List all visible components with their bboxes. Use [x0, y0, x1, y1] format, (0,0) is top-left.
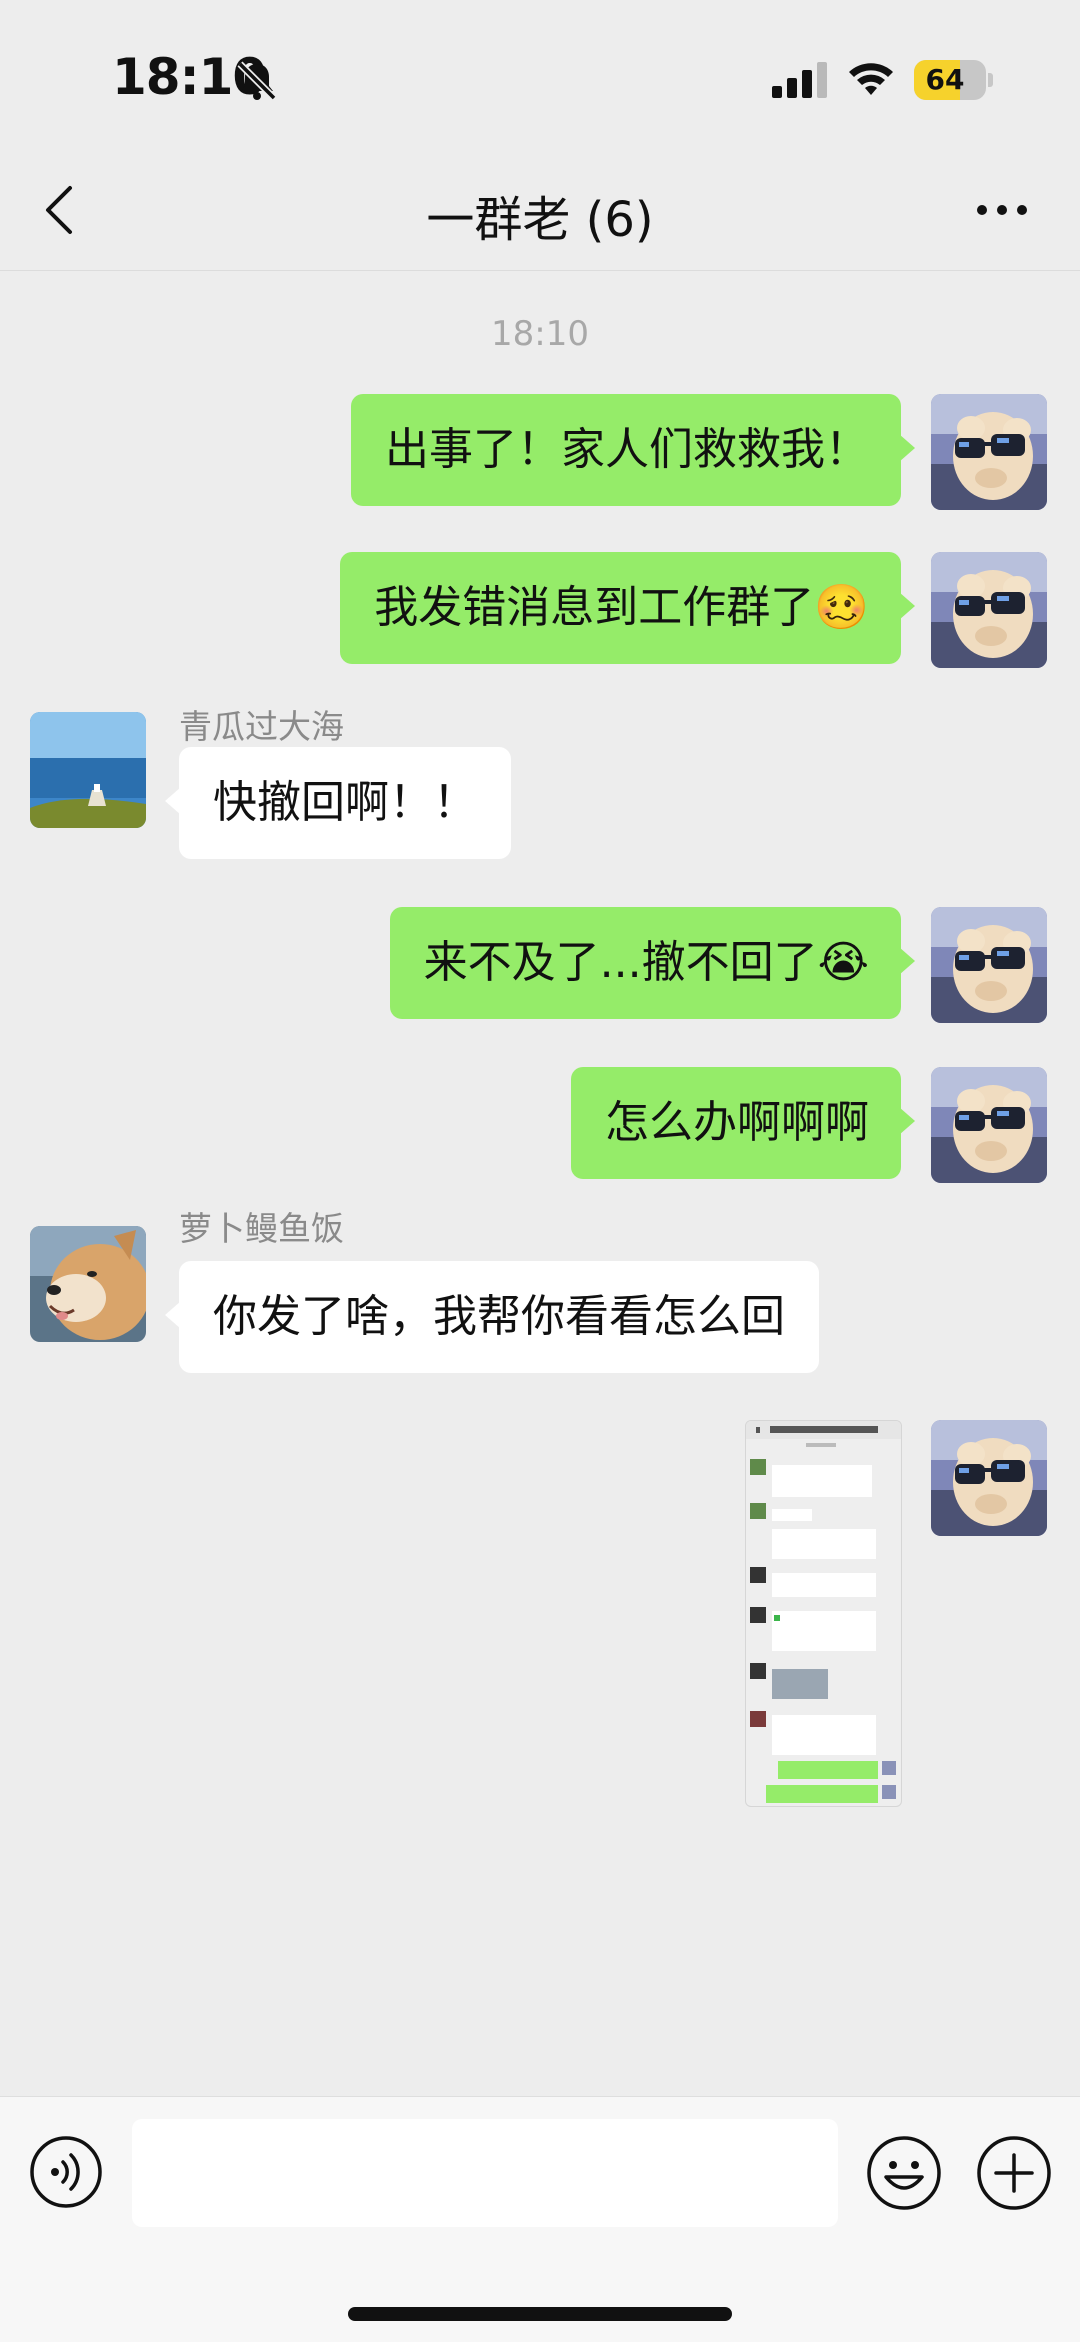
status-bar: 18:10 64 [0, 0, 1080, 150]
sender-avatar-qinggua[interactable] [30, 712, 146, 828]
my-avatar[interactable] [931, 1067, 1047, 1183]
message-text: 快撤回啊！！ [213, 777, 477, 828]
voice-icon[interactable] [29, 2135, 103, 2209]
emoji-icon[interactable] [866, 2135, 942, 2211]
signal-icon [772, 62, 827, 98]
image-message-screenshot[interactable] [745, 1420, 902, 1807]
message-input[interactable] [132, 2119, 838, 2227]
message-bubble-incoming[interactable]: 快撤回啊！！ [165, 747, 511, 859]
my-avatar[interactable] [931, 394, 1047, 510]
back-icon[interactable] [36, 182, 84, 238]
battery-percent: 64 [925, 63, 965, 96]
wifi-icon [849, 63, 893, 95]
my-avatar[interactable] [931, 1420, 1047, 1536]
my-avatar[interactable] [931, 552, 1047, 668]
message-text: 来不及了...撤不回了 [423, 937, 818, 988]
nav-bar: 一群老 (6) [0, 150, 1080, 271]
my-avatar[interactable] [931, 907, 1047, 1023]
message-bubble-incoming[interactable]: 你发了啥，我帮你看看怎么回 [165, 1261, 819, 1373]
message-bubble-outgoing[interactable]: 来不及了...撤不回了😭 [389, 907, 916, 1019]
sender-name: 萝卜鳗鱼饭 [179, 1209, 344, 1248]
bell-slash-icon [237, 61, 277, 101]
message-text: 怎么办啊啊啊 [605, 1097, 869, 1148]
message-text: 我发错消息到工作群了 [374, 582, 815, 633]
chat-title: 一群老 (6) [426, 192, 654, 248]
message-text: 出事了！家人们救救我！ [385, 424, 869, 475]
message-text: 你发了啥，我帮你看看怎么回 [213, 1291, 785, 1342]
screenshot-thumbnail-art [746, 1421, 901, 1803]
home-indicator[interactable] [348, 2307, 732, 2321]
sender-name: 青瓜过大海 [179, 707, 344, 746]
message-timestamp: 18:10 [491, 314, 589, 354]
more-icon[interactable] [972, 190, 1032, 230]
message-bubble-outgoing[interactable]: 出事了！家人们救救我！ [351, 394, 915, 506]
emoji-woozy: 🥴 [814, 582, 869, 633]
message-bubble-outgoing[interactable]: 怎么办啊啊啊 [571, 1067, 915, 1179]
message-bubble-outgoing[interactable]: 我发错消息到工作群了🥴 [340, 552, 915, 664]
emoji-crying: 😭 [817, 937, 869, 988]
sender-avatar-luobo[interactable] [30, 1226, 146, 1342]
battery-indicator: 64 [914, 60, 993, 100]
plus-icon[interactable] [976, 2135, 1052, 2211]
input-bar [0, 2096, 1080, 2342]
